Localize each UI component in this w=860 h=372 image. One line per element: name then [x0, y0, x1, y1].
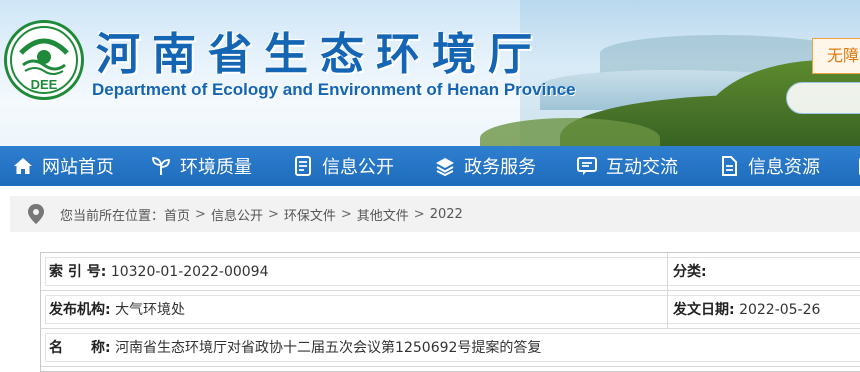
date-field: 发文日期: 2022-05-26 [673, 297, 820, 323]
info-row-name: 名 称: 河南省生态环境厅对省政协十二届五次会议第1250692号提案的答复 [41, 329, 860, 367]
nav-item-home[interactable]: 网站首页 [12, 146, 114, 186]
index-value: 10320-01-2022-00094 [110, 264, 269, 280]
nav-item-label: 互动交流 [606, 157, 678, 178]
name-value: 河南省生态环境厅对省政协十二届五次会议第1250692号提案的答复 [115, 340, 542, 356]
main-nav: 网站首页 环境质量 信息公开 政务服务 互动交流 信息资源 [0, 146, 860, 186]
breadcrumb-disclosure[interactable]: 信息公开 [211, 205, 263, 224]
header-banner: DEE 河南省生态环境厅 Department of Ecology and E… [0, 0, 860, 146]
breadcrumb-home[interactable]: 首页 [164, 205, 190, 224]
info-row-publisher: 发布机构: 大气环境处 发文日期: 2022-05-26 [41, 291, 860, 329]
index-label: 索 引 号: [49, 264, 107, 280]
nav-item-services[interactable]: 政务服务 [434, 146, 536, 186]
breadcrumb: 您当前所在位置： 首页 > 信息公开 > 环保文件 > 其他文件 > 2022 [10, 196, 860, 232]
breadcrumb-separator: > [267, 206, 279, 222]
document-info-table: 索 引 号: 10320-01-2022-00094 分类: 发布机构: 大气环… [40, 252, 860, 372]
layers-icon [434, 155, 456, 177]
svg-text:DEE: DEE [31, 77, 58, 92]
publisher-value: 大气环境处 [115, 302, 186, 318]
date-label: 发文日期: [673, 302, 735, 318]
nav-item-disclosure[interactable]: 信息公开 [292, 146, 394, 186]
breadcrumb-trail: 您当前所在位置： 首页 > 信息公开 > 环保文件 > 其他文件 > 2022 [60, 205, 463, 224]
document-icon [292, 155, 314, 177]
site-logo[interactable]: DEE [4, 20, 84, 100]
home-icon [12, 155, 34, 177]
location-pin-icon [28, 204, 44, 224]
nav-item-label: 网站首页 [42, 157, 114, 178]
info-row-index: 索 引 号: 10320-01-2022-00094 分类: [41, 253, 860, 291]
breadcrumb-separator: > [413, 206, 425, 222]
leaf-icon [150, 155, 172, 177]
nav-item-environment[interactable]: 环境质量 [150, 146, 252, 186]
breadcrumb-separator: > [195, 206, 206, 222]
breadcrumb-year[interactable]: 2022 [430, 207, 463, 222]
nav-item-resources[interactable]: 信息资源 [718, 146, 820, 186]
site-subtitle: Department of Ecology and Environment of… [92, 80, 576, 99]
chat-icon [576, 155, 598, 177]
nav-item-label: 信息公开 [322, 157, 394, 178]
name-field: 名 称: 河南省生态环境厅对省政协十二届五次会议第1250692号提案的答复 [49, 335, 541, 361]
category-label: 分类: [673, 264, 707, 280]
nav-item-interaction[interactable]: 互动交流 [576, 146, 678, 186]
breadcrumb-env-docs[interactable]: 环保文件 [284, 205, 336, 224]
file-icon [718, 155, 740, 177]
nav-item-label: 信息资源 [748, 157, 820, 178]
accessibility-button[interactable]: 无障 [812, 38, 860, 74]
site-title: 河南省生态环境厅 [96, 29, 544, 80]
index-field: 索 引 号: 10320-01-2022-00094 [49, 259, 268, 285]
nav-item-label: 政务服务 [464, 157, 536, 178]
dee-logo-icon: DEE [10, 26, 78, 94]
breadcrumb-prefix: 您当前所在位置： [60, 208, 165, 224]
publisher-field: 发布机构: 大气环境处 [49, 297, 185, 323]
nav-item-label: 环境质量 [180, 157, 252, 178]
breadcrumb-separator: > [340, 206, 352, 222]
date-value: 2022-05-26 [739, 302, 821, 318]
search-input[interactable] [786, 82, 860, 114]
category-field: 分类: [673, 259, 707, 285]
publisher-label: 发布机构: [49, 302, 111, 318]
breadcrumb-other-docs[interactable]: 其他文件 [357, 205, 409, 224]
name-label: 名 称: [49, 340, 111, 356]
